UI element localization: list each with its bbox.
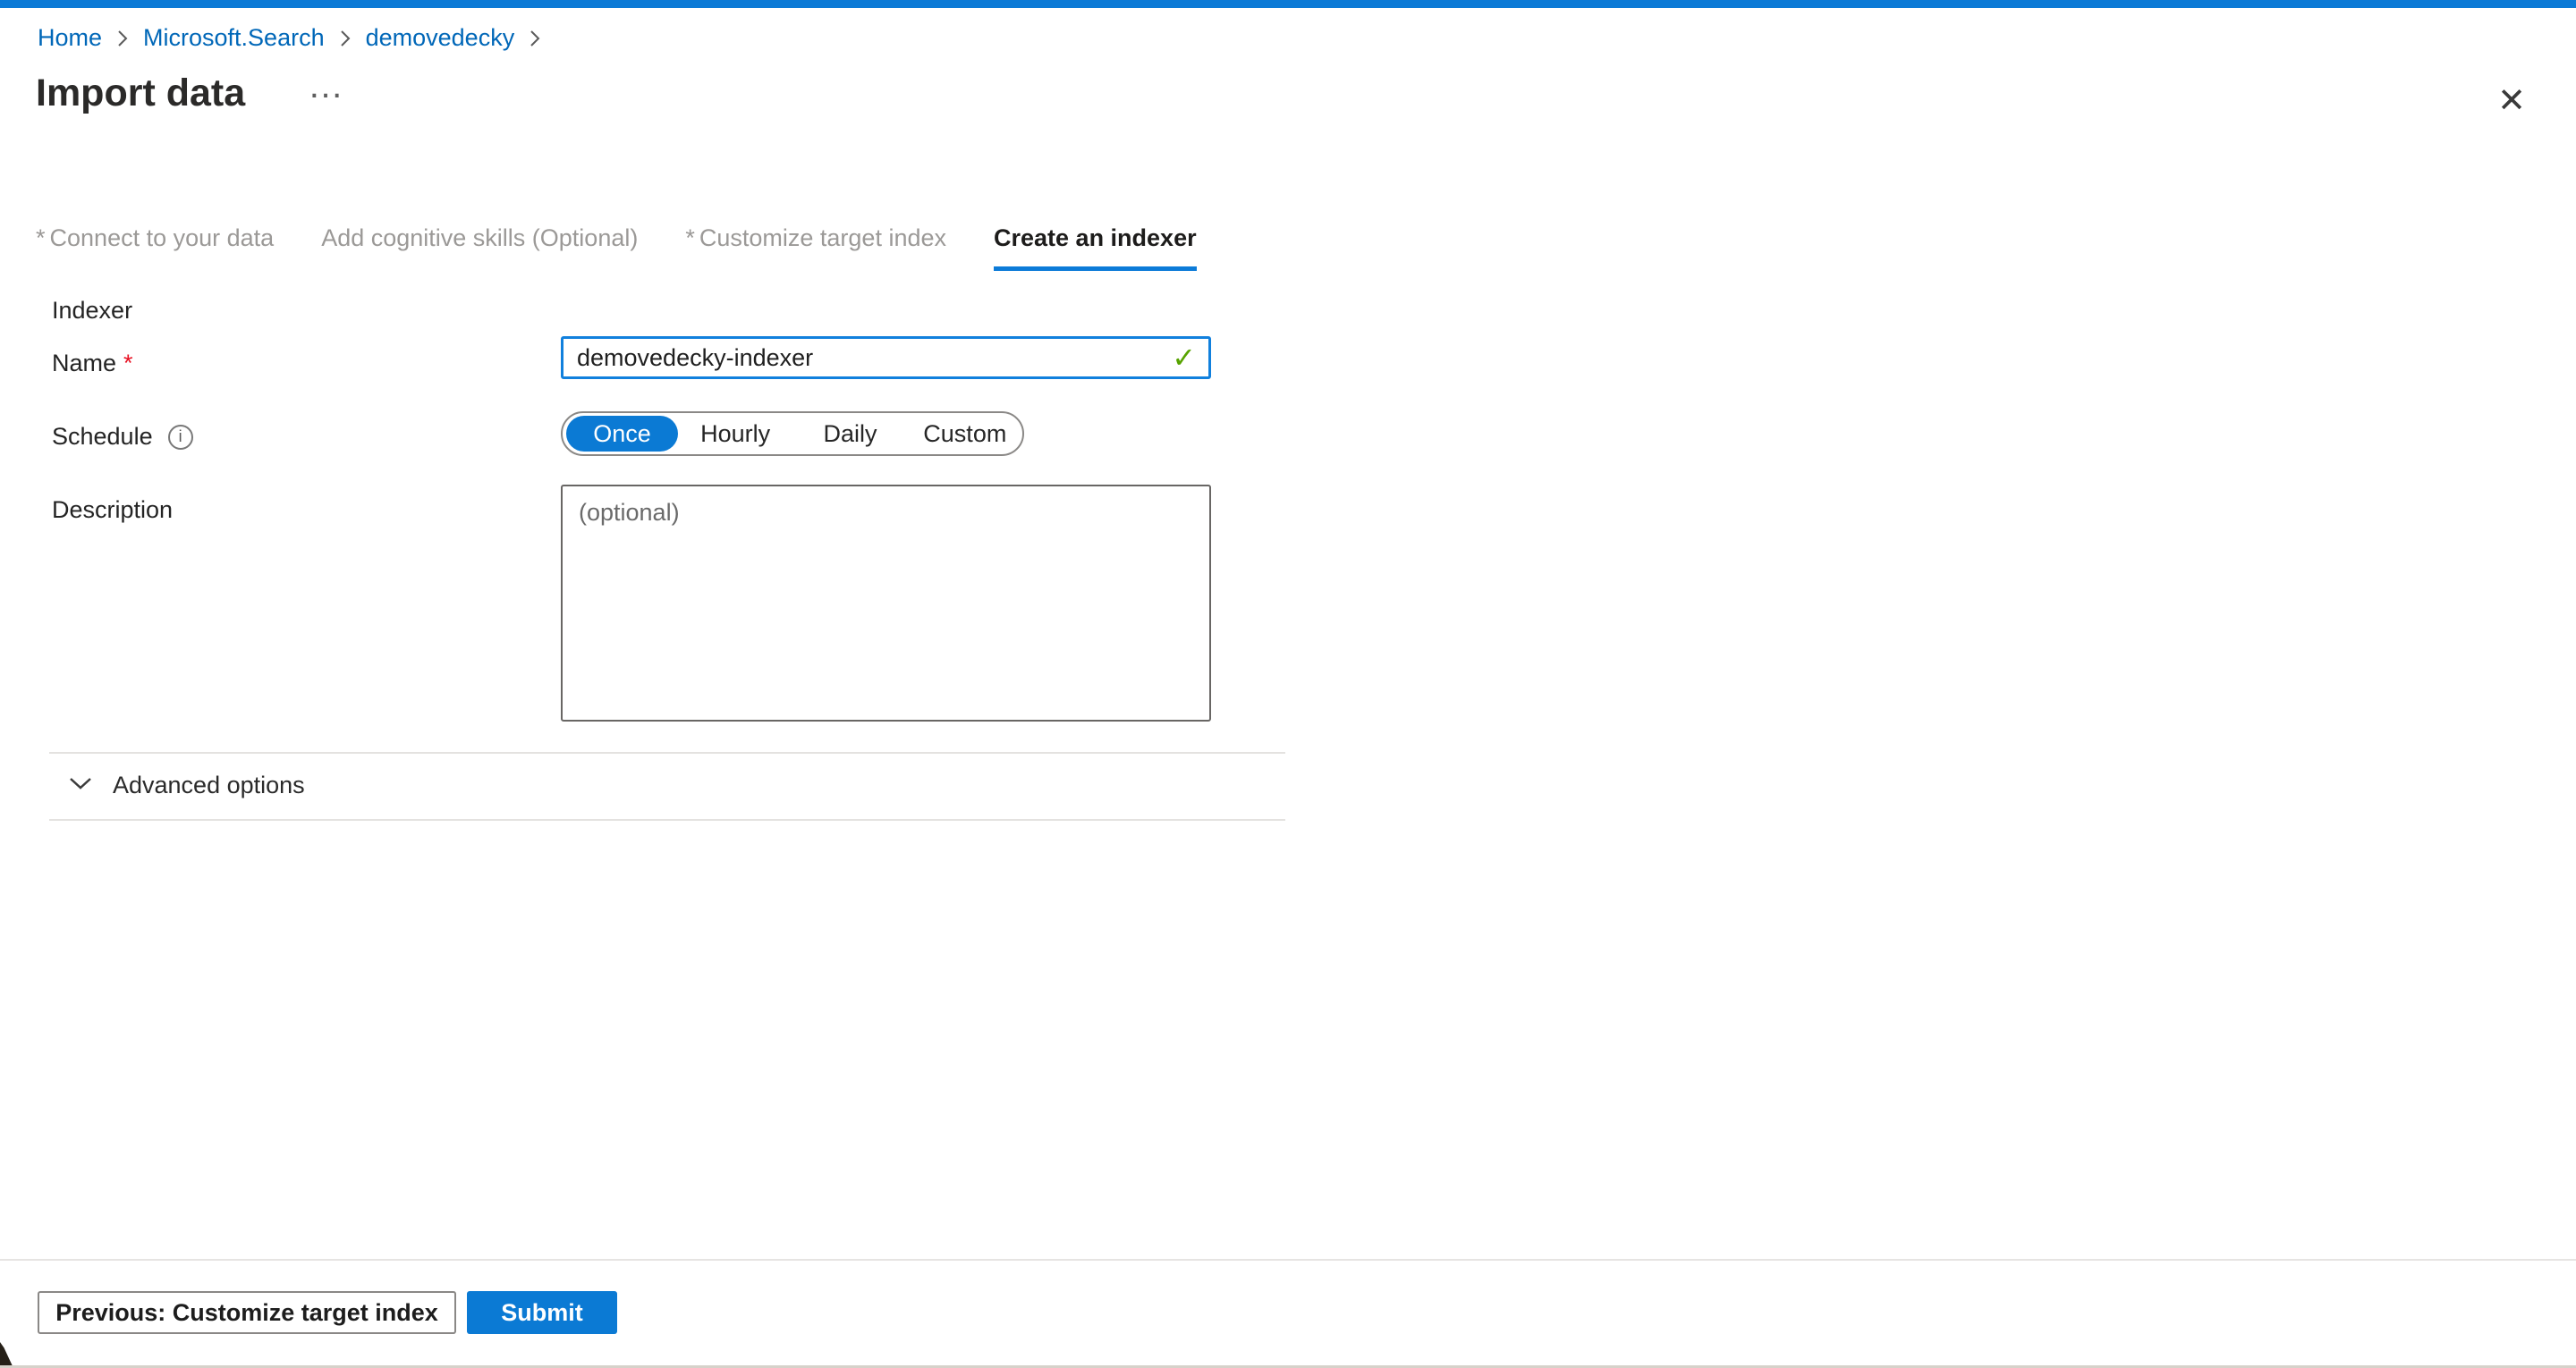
advanced-options-toggle[interactable]: Advanced options	[68, 770, 305, 800]
portal-top-bar	[0, 0, 2576, 8]
required-asterisk: *	[36, 224, 46, 253]
tab-label: Create an indexer	[994, 224, 1197, 253]
required-asterisk: *	[123, 350, 133, 377]
info-icon[interactable]: i	[168, 425, 193, 450]
indexer-name-input[interactable]	[564, 344, 1172, 372]
mouse-cursor-artifact	[0, 1342, 13, 1368]
schedule-option-once[interactable]: Once	[566, 416, 678, 452]
name-label-text: Name	[52, 350, 116, 377]
indexer-name-field: ✓	[561, 336, 1211, 379]
tab-customize-target-index[interactable]: * Customize target index	[685, 224, 946, 271]
schedule-option-custom[interactable]: Custom	[908, 420, 1022, 448]
valid-check-icon: ✓	[1172, 341, 1196, 375]
divider	[49, 752, 1285, 754]
section-title-indexer: Indexer	[52, 297, 132, 325]
required-asterisk: *	[685, 224, 695, 253]
wizard-tabs: * Connect to your data Add cognitive ski…	[36, 224, 1197, 271]
breadcrumb: Home Microsoft.Search demovedecky	[38, 24, 541, 52]
chevron-right-icon	[529, 28, 541, 49]
schedule-field-label: Schedule i	[52, 423, 193, 451]
tab-create-an-indexer[interactable]: Create an indexer	[994, 224, 1197, 271]
tab-connect-to-your-data[interactable]: * Connect to your data	[36, 224, 274, 271]
more-actions-button[interactable]: …	[308, 68, 343, 104]
name-field-label: Name *	[52, 350, 133, 377]
tab-add-cognitive-skills[interactable]: Add cognitive skills (Optional)	[321, 224, 638, 271]
page-title: Import data	[36, 72, 245, 115]
footer-divider	[0, 1259, 2576, 1261]
advanced-options-label: Advanced options	[113, 772, 305, 799]
description-field-label: Description	[52, 496, 173, 524]
chevron-down-icon	[68, 776, 93, 795]
breadcrumb-link-resource[interactable]: demovedecky	[366, 24, 515, 52]
close-icon[interactable]: ✕	[2488, 77, 2535, 123]
schedule-label-text: Schedule	[52, 423, 153, 451]
tab-label: Customize target index	[699, 224, 946, 253]
tab-label: Add cognitive skills (Optional)	[321, 224, 638, 253]
schedule-option-daily[interactable]: Daily	[792, 420, 907, 448]
description-textarea[interactable]	[561, 485, 1211, 722]
import-data-page: Home Microsoft.Search demovedecky Import…	[0, 0, 2576, 1368]
breadcrumb-link-service[interactable]: Microsoft.Search	[143, 24, 325, 52]
chevron-right-icon	[116, 28, 129, 49]
chevron-right-icon	[339, 28, 352, 49]
breadcrumb-link-home[interactable]: Home	[38, 24, 102, 52]
schedule-choice-group: Once Hourly Daily Custom	[561, 411, 1024, 456]
submit-button[interactable]: Submit	[467, 1291, 617, 1334]
schedule-option-hourly[interactable]: Hourly	[678, 420, 792, 448]
previous-step-button[interactable]: Previous: Customize target index	[38, 1291, 456, 1334]
tab-label: Connect to your data	[50, 224, 275, 253]
divider	[49, 819, 1285, 821]
